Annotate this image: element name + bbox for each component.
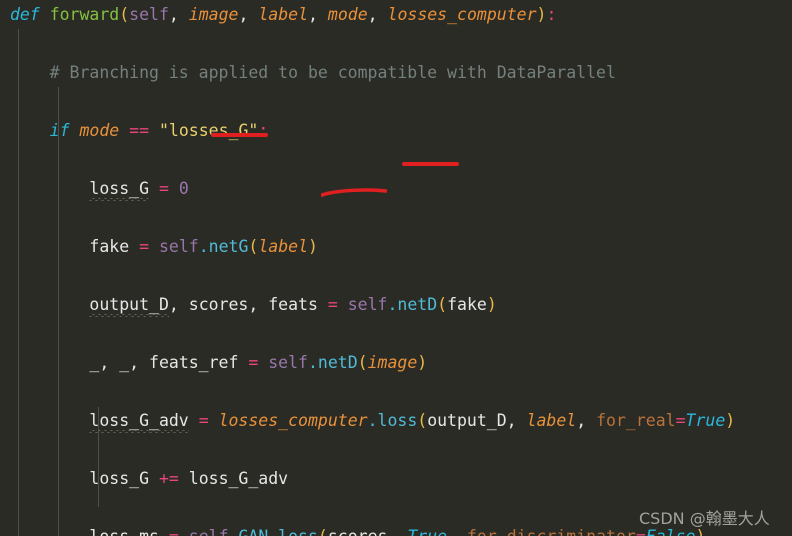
token-var-loss-ms: loss_ms: [89, 522, 159, 536]
token-function-name: forward: [49, 5, 120, 24]
code-line[interactable]: # Branching is applied to be compatible …: [0, 58, 792, 87]
code-content[interactable]: def forward(self, image, label, mode, lo…: [0, 0, 792, 536]
token-attr-netd: .netD: [307, 353, 358, 372]
token-kwarg-for-discriminator: for_discriminator: [467, 527, 636, 536]
token-keyword-def: def: [9, 5, 40, 24]
token-param-image: image: [367, 353, 418, 372]
red-underline-netg: [211, 133, 268, 137]
token-kwarg-for-real: for_real: [596, 411, 676, 430]
red-underline-curve-icon: [321, 188, 387, 197]
token-var-feats: feats: [268, 295, 318, 314]
code-line[interactable]: _, _, feats_ref = self.netD(image): [0, 348, 792, 377]
token-param-mode: mode: [327, 5, 368, 24]
red-underline-netd-1: [402, 162, 459, 166]
red-underline-netd-2: [321, 188, 387, 197]
token-param-label: label: [526, 411, 577, 430]
watermark: CSDN @翰墨大人: [639, 509, 770, 528]
token-attr-netg: .netG: [198, 237, 249, 256]
token-var-feats-ref: feats_ref: [149, 353, 239, 372]
token-keyword-if: if: [49, 121, 70, 140]
token-param-mode: mode: [79, 121, 120, 140]
token-method-gan-loss: .GAN_loss: [229, 527, 318, 536]
code-editor-screenshot: def forward(self, image, label, mode, lo…: [0, 0, 792, 536]
token-param-losses-computer: losses_computer: [387, 5, 537, 24]
token-attr-netd: .netD: [387, 295, 438, 314]
token-method-loss: .loss: [367, 411, 418, 430]
code-line[interactable]: loss_G_adv = losses_computer.loss(output…: [0, 406, 792, 435]
token-var-output-d: output_D: [89, 290, 170, 319]
token-param-image: image: [188, 5, 239, 24]
token-var-loss-g-adv: loss_G_adv: [188, 469, 289, 488]
token-const-true: True: [685, 411, 726, 430]
token-var-scores: scores: [188, 295, 249, 314]
token-self: self: [129, 5, 169, 24]
token-param-losses-computer: losses_computer: [218, 411, 368, 430]
token-var-loss-g: loss_G: [89, 469, 150, 488]
token-param-label: label: [258, 5, 309, 24]
token-string: "losses_G": [158, 121, 259, 140]
token-const-true: True: [407, 527, 447, 536]
token-number: 0: [178, 179, 189, 198]
token-comment: # Branching is applied to be compatible …: [49, 63, 616, 82]
code-line[interactable]: loss_G += loss_G_adv: [0, 464, 792, 493]
code-line[interactable]: if mode == "losses_G":: [0, 116, 792, 145]
code-line[interactable]: def forward(self, image, label, mode, lo…: [0, 0, 792, 29]
code-line[interactable]: fake = self.netG(label): [0, 232, 792, 261]
token-var-loss-g: loss_G: [89, 174, 149, 203]
code-line[interactable]: output_D, scores, feats = self.netD(fake…: [0, 290, 792, 319]
token-var-fake: fake: [89, 237, 130, 256]
token-param-label: label: [258, 237, 308, 256]
code-line[interactable]: loss_G = 0: [0, 174, 792, 203]
token-var-loss-g-adv: loss_G_adv: [89, 406, 190, 435]
